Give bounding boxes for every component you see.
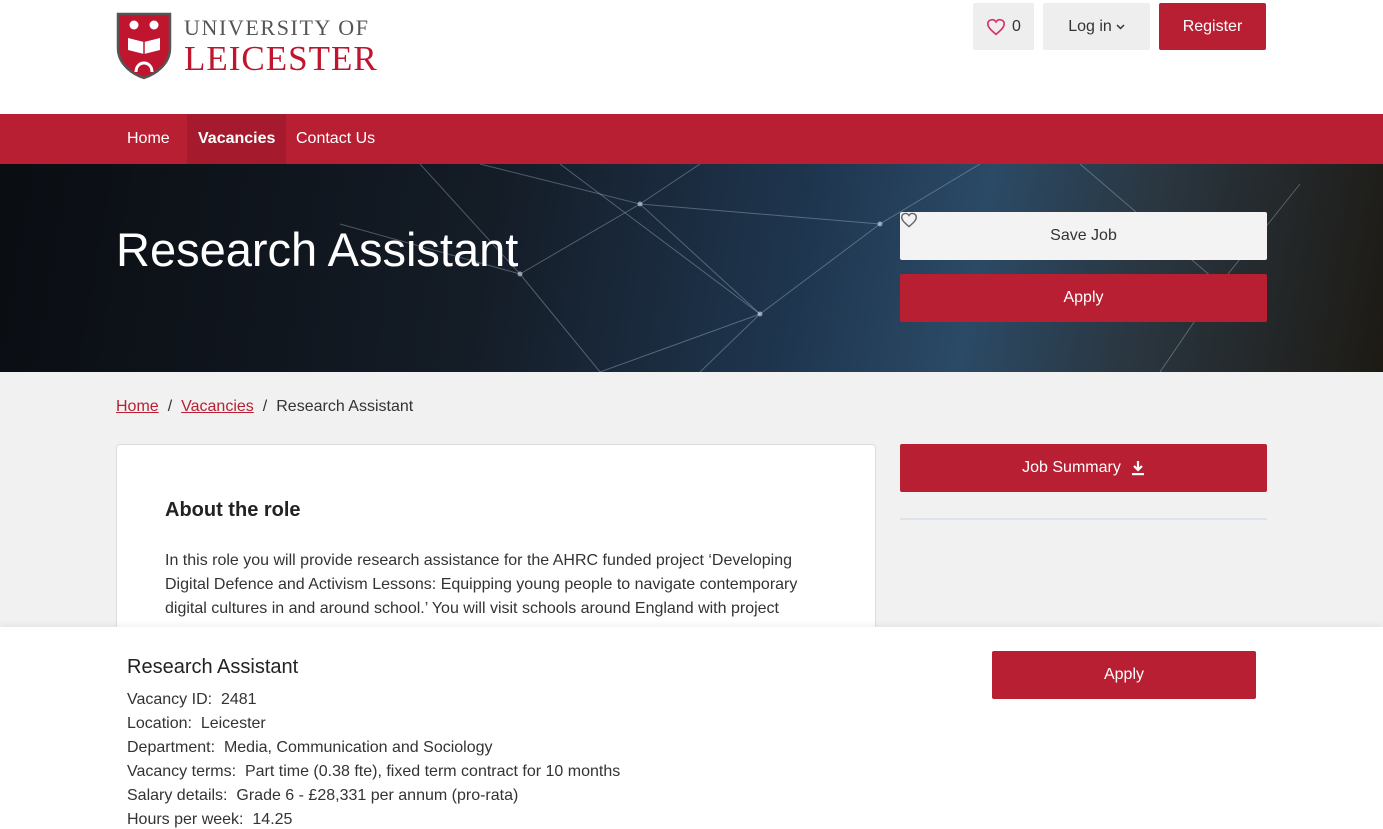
breadcrumb: Home / Vacancies / Research Assistant bbox=[116, 398, 413, 416]
save-job-button[interactable]: Save Job bbox=[900, 212, 1267, 260]
job-summary-button[interactable]: Job Summary bbox=[900, 444, 1267, 492]
detail-row-vacancy-terms: Vacancy terms: Part time (0.38 fte), fix… bbox=[127, 760, 620, 784]
favourites-button[interactable]: 0 bbox=[973, 3, 1034, 50]
detail-label: Department: bbox=[127, 739, 216, 756]
detail-value: Leicester bbox=[200, 715, 266, 732]
logo-text-line1: UNIVERSITY OF bbox=[184, 14, 370, 40]
shield-icon bbox=[116, 12, 172, 80]
chevron-down-icon bbox=[1116, 23, 1125, 30]
login-label: Log in bbox=[1068, 17, 1112, 35]
favourites-count: 0 bbox=[1012, 17, 1021, 35]
heart-icon bbox=[987, 18, 1006, 35]
sidebar-divider bbox=[900, 518, 1267, 520]
detail-row-vacancy-id: Vacancy ID: 2481 bbox=[127, 688, 620, 712]
detail-value: 14.25 bbox=[252, 811, 293, 828]
role-description: In this role you will provide research a… bbox=[165, 552, 798, 617]
nav-item-home[interactable]: Home bbox=[116, 114, 181, 164]
detail-row-location: Location: Leicester bbox=[127, 712, 620, 736]
breadcrumb-separator: / bbox=[262, 398, 268, 415]
section-heading: About the role bbox=[165, 499, 301, 521]
login-button[interactable]: Log in bbox=[1043, 3, 1150, 50]
sticky-job-title: Research Assistant bbox=[127, 656, 299, 678]
page-title: Research Assistant bbox=[116, 223, 519, 276]
breadcrumb-current: Research Assistant bbox=[276, 398, 414, 415]
detail-row-hours: Hours per week: 14.25 bbox=[127, 808, 620, 829]
detail-label: Hours per week: bbox=[127, 811, 244, 828]
apply-label: Apply bbox=[1063, 289, 1104, 306]
apply-button-sticky[interactable]: Apply bbox=[992, 651, 1256, 699]
save-job-label: Save Job bbox=[1050, 227, 1117, 244]
register-button[interactable]: Register bbox=[1159, 3, 1266, 50]
detail-value: 2481 bbox=[220, 691, 257, 708]
detail-label: Location: bbox=[127, 715, 192, 732]
detail-value: Media, Communication and Sociology bbox=[223, 739, 493, 756]
apply-button-hero[interactable]: Apply bbox=[900, 274, 1267, 322]
register-label: Register bbox=[1182, 17, 1243, 35]
site-header: UNIVERSITY OF LEICESTER 0 Log in Registe… bbox=[0, 0, 1383, 114]
heart-icon bbox=[900, 212, 918, 228]
detail-value: Part time (0.38 fte), fixed term contrac… bbox=[244, 763, 621, 780]
detail-row-department: Department: Media, Communication and Soc… bbox=[127, 736, 620, 760]
university-logo[interactable]: UNIVERSITY OF LEICESTER bbox=[116, 12, 378, 80]
detail-label: Vacancy ID: bbox=[127, 691, 213, 708]
logo-text-line2: LEICESTER bbox=[184, 38, 378, 78]
apply-label: Apply bbox=[1103, 666, 1145, 683]
nav-item-contact-us[interactable]: Contact Us bbox=[285, 114, 386, 164]
detail-value: Grade 6 - £28,331 per annum (pro-rata) bbox=[236, 787, 519, 804]
detail-row-salary: Salary details: Grade 6 - £28,331 per an… bbox=[127, 784, 620, 808]
breadcrumb-home-link[interactable]: Home bbox=[116, 398, 159, 416]
nav-item-vacancies[interactable]: Vacancies bbox=[187, 114, 287, 164]
sticky-apply-bar: Research Assistant Vacancy ID: 2481 Loca… bbox=[0, 627, 1383, 829]
breadcrumb-separator: / bbox=[167, 398, 173, 415]
detail-label: Salary details: bbox=[127, 787, 228, 804]
job-summary-label: Job Summary bbox=[1022, 459, 1121, 476]
hero-banner: Research Assistant Save Job Apply bbox=[0, 164, 1383, 372]
breadcrumb-vacancies-link[interactable]: Vacancies bbox=[181, 398, 254, 416]
download-icon bbox=[1131, 461, 1144, 476]
detail-label: Vacancy terms: bbox=[127, 763, 237, 780]
vacancy-details: Vacancy ID: 2481 Location: Leicester Dep… bbox=[127, 688, 620, 829]
main-nav: Home Vacancies Contact Us bbox=[0, 114, 1383, 164]
